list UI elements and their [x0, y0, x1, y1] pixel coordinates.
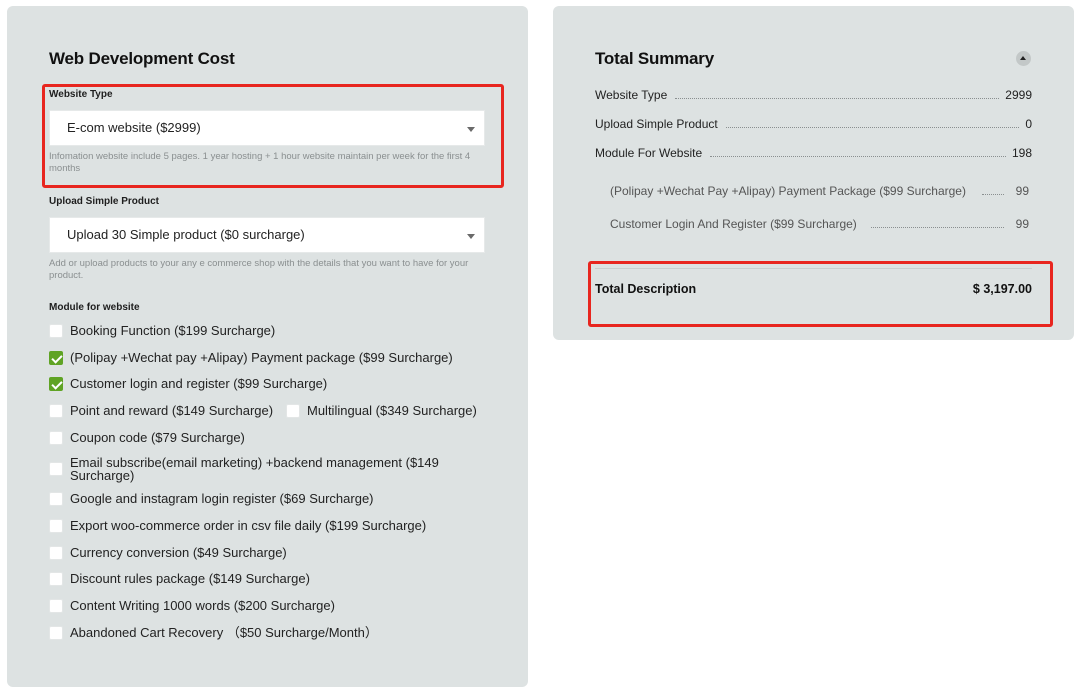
- module-option-label: Discount rules package ($149 Surcharge): [70, 571, 310, 586]
- module-option[interactable]: Discount rules package ($149 Surcharge): [49, 572, 310, 586]
- dotted-leader: [675, 98, 1000, 99]
- website-type-select[interactable]: E-com website ($2999): [49, 110, 485, 146]
- module-option-label: Content Writing 1000 words ($200 Surchar…: [70, 598, 335, 613]
- module-option-label: Email subscribe(email marketing) +backen…: [70, 455, 439, 483]
- checkbox-checked[interactable]: [49, 351, 63, 365]
- checkbox-checked[interactable]: [49, 377, 63, 391]
- module-option[interactable]: (Polipay +Wechat pay +Alipay) Payment pa…: [49, 351, 453, 365]
- modules-label: Module for website: [49, 302, 140, 313]
- website-type-label: Website Type: [49, 89, 113, 100]
- checkbox[interactable]: [49, 626, 63, 640]
- summary-row-upload-product: Upload Simple Product 0: [595, 117, 1032, 131]
- module-option-label: Google and instagram login register ($69…: [70, 491, 374, 506]
- upload-product-label: Upload Simple Product: [49, 196, 160, 207]
- module-option[interactable]: Content Writing 1000 words ($200 Surchar…: [49, 599, 335, 613]
- checkbox[interactable]: [49, 546, 63, 560]
- total-label: Total Description: [595, 282, 697, 296]
- calculator-title: Web Development Cost: [49, 49, 235, 68]
- module-option-label: Booking Function ($199 Surcharge): [70, 323, 276, 338]
- summary-subrow-value: 99: [1015, 217, 1029, 231]
- checkbox[interactable]: [49, 462, 63, 476]
- module-option[interactable]: Email subscribe(email marketing) +backen…: [49, 456, 470, 482]
- summary-divider: [595, 268, 1032, 269]
- module-option[interactable]: Coupon code ($79 Surcharge): [49, 431, 245, 445]
- upload-product-select[interactable]: Upload 30 Simple product ($0 surcharge): [49, 217, 485, 253]
- module-option-label: Currency conversion ($49 Surcharge): [70, 545, 287, 560]
- checkbox[interactable]: [49, 431, 63, 445]
- module-option[interactable]: Abandoned Cart Recovery （$50 Surcharge/M…: [49, 626, 378, 640]
- dotted-leader: [710, 156, 1006, 157]
- module-option[interactable]: Export woo-commerce order in csv file da…: [49, 519, 426, 533]
- upload-product-help: Add or upload products to your any e com…: [49, 258, 469, 281]
- summary-row-label: Website Type: [595, 88, 668, 102]
- summary-row-label: Module For Website: [595, 146, 703, 160]
- summary-subrow-payment: (Polipay +Wechat Pay +Alipay) Payment Pa…: [610, 184, 1029, 198]
- summary-row-label: Upload Simple Product: [595, 117, 718, 131]
- module-option[interactable]: Customer login and register ($99 Surchar…: [49, 377, 327, 391]
- module-option-label: Abandoned Cart Recovery （$50 Surcharge/M…: [70, 625, 378, 640]
- checkbox[interactable]: [286, 404, 300, 418]
- module-option-label: Coupon code ($79 Surcharge): [70, 430, 245, 445]
- dotted-leader: [981, 194, 1004, 195]
- checkbox[interactable]: [49, 599, 63, 613]
- module-option-label: (Polipay +Wechat pay +Alipay) Payment pa…: [70, 350, 453, 365]
- module-option[interactable]: Point and reward ($149 Surcharge): [49, 404, 273, 418]
- checkbox[interactable]: [49, 324, 63, 338]
- checkbox[interactable]: [49, 572, 63, 586]
- checkbox[interactable]: [49, 404, 63, 418]
- chevron-up-icon[interactable]: [1016, 51, 1031, 66]
- module-option[interactable]: Google and instagram login register ($69…: [49, 492, 374, 506]
- summary-row-website-type: Website Type 2999: [595, 88, 1032, 102]
- module-option-label: Customer login and register ($99 Surchar…: [70, 376, 328, 391]
- summary-row-value: 2999: [1005, 88, 1032, 102]
- summary-subrow-login: Customer Login And Register ($99 Surchar…: [610, 217, 1029, 231]
- summary-subrow-value: 99: [1015, 184, 1029, 198]
- summary-row-modules: Module For Website 198: [595, 146, 1032, 160]
- checkbox[interactable]: [49, 492, 63, 506]
- module-option[interactable]: Booking Function ($199 Surcharge): [49, 324, 275, 338]
- module-option[interactable]: Currency conversion ($49 Surcharge): [49, 546, 287, 560]
- summary-subrow-label: (Polipay +Wechat Pay +Alipay) Payment Pa…: [610, 184, 966, 198]
- summary-row-value: 198: [1011, 146, 1032, 160]
- dotted-leader: [725, 127, 1020, 128]
- total-value: $ 3,197.00: [972, 282, 1032, 296]
- dropdown-arrow-icon: [467, 127, 475, 132]
- module-option-label: Export woo-commerce order in csv file da…: [70, 518, 427, 533]
- website-type-value: E-com website ($2999): [67, 120, 201, 135]
- module-option[interactable]: Multilingual ($349 Surcharge): [286, 404, 477, 418]
- checkbox[interactable]: [49, 519, 63, 533]
- summary-row-value: 0: [1025, 117, 1032, 131]
- summary-title: Total Summary: [595, 49, 714, 68]
- dropdown-arrow-icon: [467, 234, 475, 239]
- dotted-leader: [870, 227, 1004, 228]
- module-option-label: Multilingual ($349 Surcharge): [307, 403, 477, 418]
- module-option-label: Point and reward ($149 Surcharge): [70, 403, 274, 418]
- summary-subrow-label: Customer Login And Register ($99 Surchar…: [610, 217, 857, 231]
- upload-product-value: Upload 30 Simple product ($0 surcharge): [67, 227, 305, 242]
- website-type-help: Infomation website include 5 pages. 1 ye…: [49, 151, 471, 174]
